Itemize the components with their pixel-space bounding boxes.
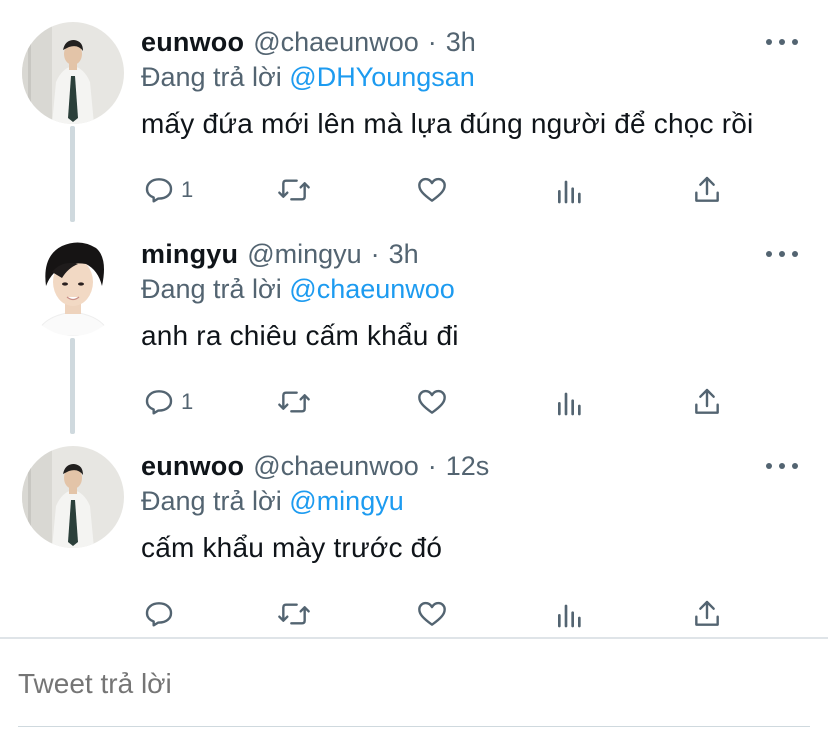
heart-icon (418, 389, 446, 414)
display-name[interactable]: eunwoo (141, 451, 244, 482)
retweet-button[interactable] (276, 596, 312, 632)
divider (0, 637, 828, 639)
timestamp[interactable]: 12s (446, 451, 490, 482)
reply-count: 1 (181, 389, 194, 414)
mention-link[interactable]: @DHYoungsan (289, 62, 475, 92)
retweet-button[interactable] (276, 384, 312, 420)
handle[interactable]: @mingyu (247, 239, 361, 270)
like-button[interactable] (415, 384, 449, 420)
reply-button[interactable]: 1 (143, 384, 193, 420)
reply-button[interactable] (143, 596, 181, 632)
retweet-icon (278, 603, 310, 625)
tweet[interactable]: eunwoo @chaeunwoo · 12s Đang trả lời @mi… (0, 446, 828, 628)
retweet-icon (278, 179, 310, 201)
analytics-button[interactable] (555, 172, 585, 208)
tweet-actions: 1 (0, 384, 828, 420)
analytics-icon (558, 604, 581, 628)
reply-input[interactable] (18, 668, 798, 700)
tweet-header: eunwoo @chaeunwoo · 12s (141, 446, 489, 486)
tweet-text: anh ra chiêu cấm khẩu đi (141, 320, 459, 351)
avatar[interactable] (22, 234, 124, 336)
reply-count: 1 (181, 177, 194, 202)
retweet-button[interactable] (276, 172, 312, 208)
heart-icon (418, 177, 446, 202)
share-button[interactable] (691, 384, 723, 420)
analytics-icon (558, 180, 581, 204)
tweet-text: cấm khẩu mày trước đó (141, 532, 443, 563)
like-button[interactable] (415, 172, 449, 208)
share-button[interactable] (691, 172, 723, 208)
avatar[interactable] (22, 446, 124, 548)
tweet-text: mấy đứa mới lên mà lựa đúng người để chọ… (141, 108, 754, 139)
more-options-icon[interactable] (766, 454, 798, 478)
reply-icon (145, 178, 173, 203)
replying-to: Đang trả lời @mingyu (141, 486, 404, 517)
reply-icon (145, 390, 173, 415)
input-underline (18, 726, 810, 727)
replying-prefix: Đang trả lời (141, 486, 282, 516)
tweet-actions: 1 (0, 172, 828, 208)
tweet-header: eunwoo @chaeunwoo · 3h (141, 22, 476, 62)
separator: · (427, 450, 437, 481)
separator: · (370, 238, 380, 269)
tweet[interactable]: mingyu @mingyu · 3h Đang trả lời @chaeun… (0, 234, 828, 416)
share-button[interactable] (691, 596, 723, 632)
analytics-button[interactable] (555, 384, 585, 420)
avatar-photo-mingyu-icon (22, 234, 124, 336)
share-icon (695, 176, 719, 202)
like-button[interactable] (415, 596, 449, 632)
reply-icon (145, 602, 173, 627)
retweet-icon (278, 391, 310, 413)
timestamp[interactable]: 3h (389, 239, 419, 270)
tweet[interactable]: eunwoo @chaeunwoo · 3h Đang trả lời @DHY… (0, 22, 828, 204)
tweet-actions (0, 596, 828, 632)
mention-link[interactable]: @mingyu (289, 486, 403, 516)
handle[interactable]: @chaeunwoo (253, 27, 419, 58)
share-icon (695, 600, 719, 626)
heart-icon (418, 601, 446, 626)
handle[interactable]: @chaeunwoo (253, 451, 419, 482)
more-options-icon[interactable] (766, 30, 798, 54)
separator: · (427, 26, 437, 57)
tweet-header: mingyu @mingyu · 3h (141, 234, 419, 274)
display-name[interactable]: eunwoo (141, 27, 244, 58)
more-options-icon[interactable] (766, 242, 798, 266)
reply-button[interactable]: 1 (143, 172, 193, 208)
timestamp[interactable]: 3h (446, 27, 476, 58)
avatar-photo-eunwoo-icon (22, 22, 124, 124)
replying-to: Đang trả lời @DHYoungsan (141, 62, 475, 93)
avatar-photo-eunwoo-icon (22, 446, 124, 548)
replying-prefix: Đang trả lời (141, 62, 282, 92)
replying-to: Đang trả lời @chaeunwoo (141, 274, 455, 305)
share-icon (695, 388, 719, 414)
mention-link[interactable]: @chaeunwoo (289, 274, 455, 304)
avatar[interactable] (22, 22, 124, 124)
analytics-button[interactable] (555, 596, 585, 632)
analytics-icon (558, 392, 581, 416)
display-name[interactable]: mingyu (141, 239, 238, 270)
replying-prefix: Đang trả lời (141, 274, 282, 304)
